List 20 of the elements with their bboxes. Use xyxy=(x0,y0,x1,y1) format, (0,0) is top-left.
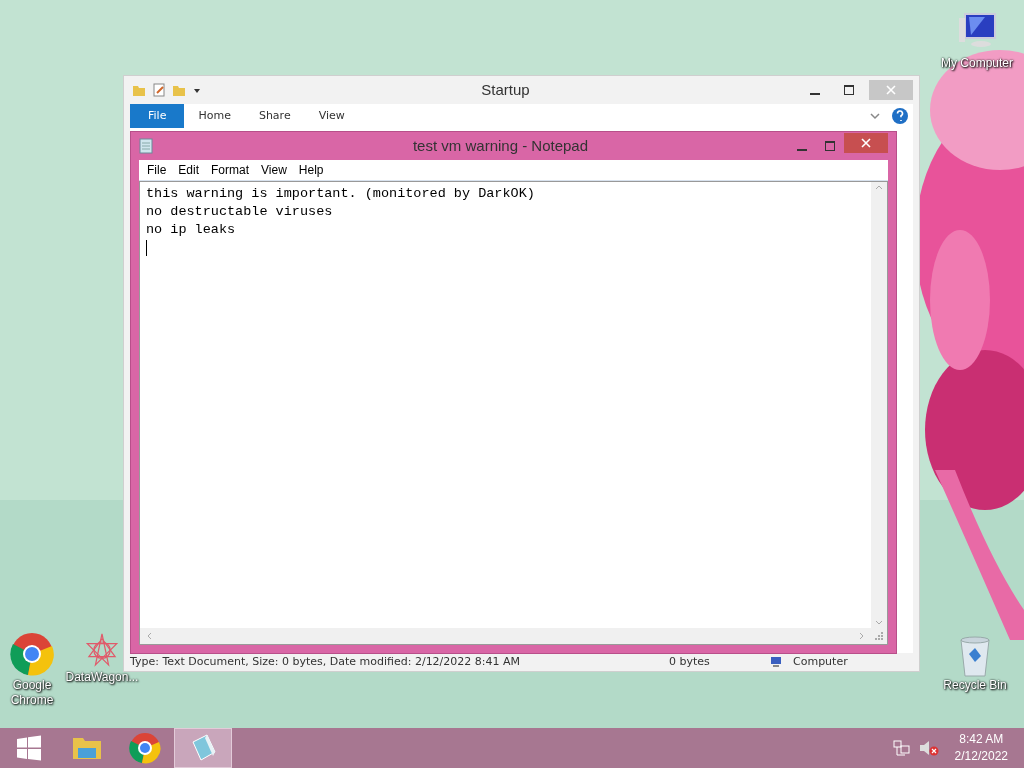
status-text: 0 bytes xyxy=(669,653,711,670)
text-line: this warning is important. (monitored by DarkOK) xyxy=(146,185,535,203)
text-line: no destructable viruses xyxy=(146,203,333,221)
window-title: test vm warning - Notepad xyxy=(411,135,590,156)
ribbon-tab[interactable]: Share xyxy=(244,104,305,128)
menu-item[interactable]: View xyxy=(255,161,293,179)
status-text: Computer xyxy=(793,653,849,670)
clock[interactable]: 8:42 AM 2/12/2022 xyxy=(954,731,1008,765)
menu-item[interactable]: Help xyxy=(292,161,330,179)
menu-item[interactable]: Format xyxy=(205,161,256,179)
time-text: 8:42 AM xyxy=(958,731,1005,748)
menu-item[interactable]: Edit xyxy=(172,161,206,179)
window-title: Startup xyxy=(480,79,531,100)
ribbon-tab[interactable]: View xyxy=(304,104,359,128)
file-menu-button[interactable]: File xyxy=(130,104,185,128)
ribbon-tab[interactable]: Home xyxy=(184,104,245,128)
status-text: Type: Text Document, Size: 0 bytes, Date modified: 2/12/2022 8:41 AM xyxy=(130,653,522,670)
date-text: 2/12/2022 xyxy=(954,748,1008,765)
menu-item[interactable]: File xyxy=(141,161,173,179)
text-line: no ip leaks xyxy=(146,221,236,239)
